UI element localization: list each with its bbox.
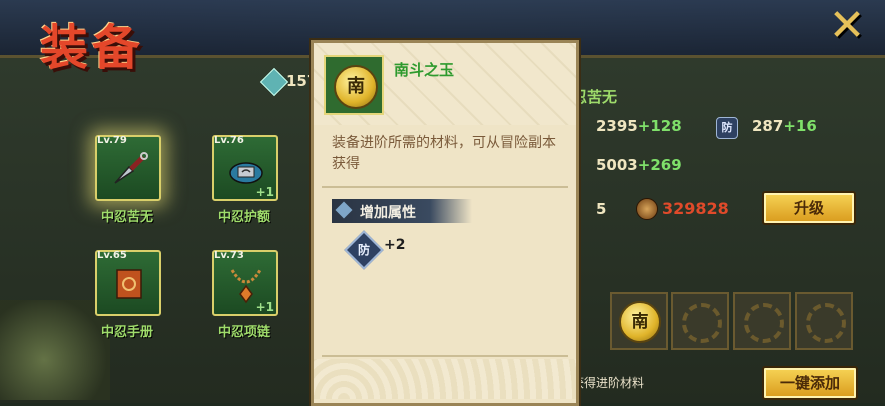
wave-pattern [314,359,576,399]
kunai-icon [114,152,148,184]
stat-attack: 2395+128 [596,117,682,135]
item-description: 装备进阶所需的材料，可从冒险副本获得 [332,135,556,172]
gem-icon [259,67,289,97]
section-banner: 增加属性 [332,199,472,223]
book-icon [116,269,142,299]
item-frame: 南 [324,55,384,115]
gem-count: 5 [596,200,607,218]
necklace-icon [230,269,262,304]
material-slot-empty[interactable] [795,292,853,350]
attr-value: +2 [384,237,406,253]
item-name: 南斗之玉 [394,61,455,79]
slot-level: Lv.73 [214,250,244,261]
gold-amount: 329828 [662,199,729,218]
headband-icon [229,162,263,184]
stat-base: 287 [752,117,784,135]
scroll-decoration [0,300,110,400]
nandou-jade-icon: 南 [334,65,378,109]
slot-plus: +1 [255,185,274,199]
slot-level: Lv.79 [97,135,127,146]
equipment-slot-necklace[interactable]: Lv.73 +1 [212,250,278,320]
attr-icon-glyph: 防 [357,243,370,257]
divider [322,186,568,188]
material-hint: 获得进阶材料 [572,376,645,390]
defense-icon: 防 [716,117,738,139]
stat-base: 5003 [596,156,638,174]
material-slot-empty[interactable] [733,292,791,350]
slot-level: Lv.76 [214,135,244,146]
stat-hp: 5003+269 [596,156,682,174]
equipment-slot-kunai[interactable]: Lv.79 [95,135,161,205]
defense-icon: 防 [344,230,384,270]
divider [322,355,568,357]
stat-base: 2395 [596,117,638,135]
slot-plus: +1 [255,300,274,314]
coin-icon [636,198,658,220]
stat-increase: +269 [637,156,682,174]
slot-label: 中忍手册 [100,325,153,340]
stat-defense: 287+16 [752,117,817,135]
slot-level: Lv.65 [97,250,127,261]
page-title: 装备 [40,20,145,76]
diamond-icon [335,201,353,219]
slot-label: 中忍项链 [217,325,270,340]
slot-label: 中忍苦无 [100,210,153,225]
equipment-slot-headband[interactable]: Lv.76 +1 [212,135,278,205]
close-icon[interactable]: ✕ [818,4,876,48]
stat-increase: +16 [783,117,817,135]
upgrade-button[interactable]: 升级 [762,191,856,225]
detail-panel [572,55,885,403]
equipment-slot-manual[interactable]: Lv.65 [95,250,161,320]
material-slot-empty[interactable] [671,292,729,350]
slot-label: 中忍护额 [217,210,270,225]
auto-add-button[interactable]: 一键添加 [762,366,858,400]
material-slot-filled[interactable]: 南 [610,292,668,350]
stat-increase: +128 [637,117,682,135]
section-title: 增加属性 [360,205,416,221]
item-tooltip: 南 南斗之玉 装备进阶所需的材料，可从冒险副本获得 增加属性 防 +2 [311,40,579,406]
material-coin-icon: 南 [619,301,661,343]
